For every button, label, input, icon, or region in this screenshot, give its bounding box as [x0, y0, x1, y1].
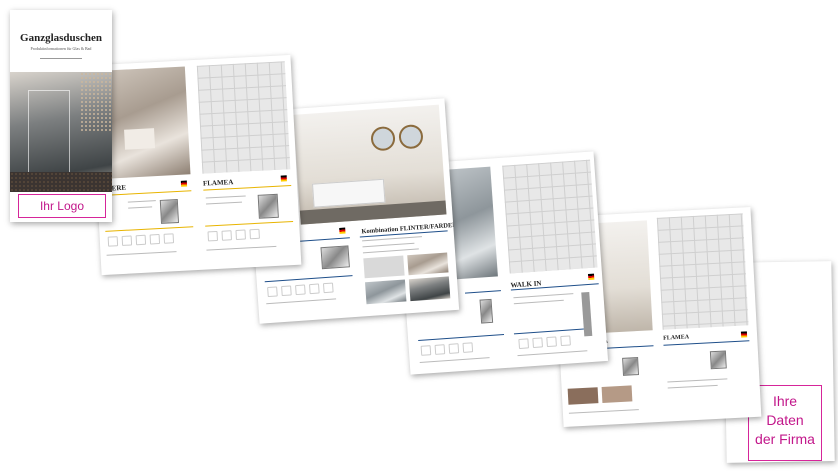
- spread-3-photo-right: [502, 159, 598, 274]
- spread-1-heading-right: FLAMEA: [202, 178, 234, 188]
- cover-subtitle: Produktinformationen für Glas & Bad: [30, 46, 92, 51]
- cover-title: Ganzglasduschen: [20, 32, 102, 44]
- spread-1-hinge-left: [159, 199, 180, 224]
- company-data-line-3: der Firma: [755, 431, 815, 447]
- spread-4-photo-right: [656, 213, 749, 330]
- brochure-spread-1: STERE FLAMEA: [90, 54, 302, 276]
- spread-3-hinge-image: [479, 298, 494, 324]
- spread-4-heading-right: FLAMEA: [662, 334, 690, 342]
- spread-4-hinge-image: [709, 350, 727, 370]
- spread-1-photo-right: [196, 61, 291, 174]
- cover-logo-placeholder: Ihr Logo: [18, 194, 106, 218]
- cover-photo: [10, 72, 112, 192]
- spread-2-photo-main: [293, 104, 447, 225]
- spread-1-hinge-right: [257, 193, 279, 219]
- brochure-cover: Ganzglasduschen Produktinformationen für…: [10, 10, 112, 222]
- spread-2-hinge-image: [320, 245, 350, 270]
